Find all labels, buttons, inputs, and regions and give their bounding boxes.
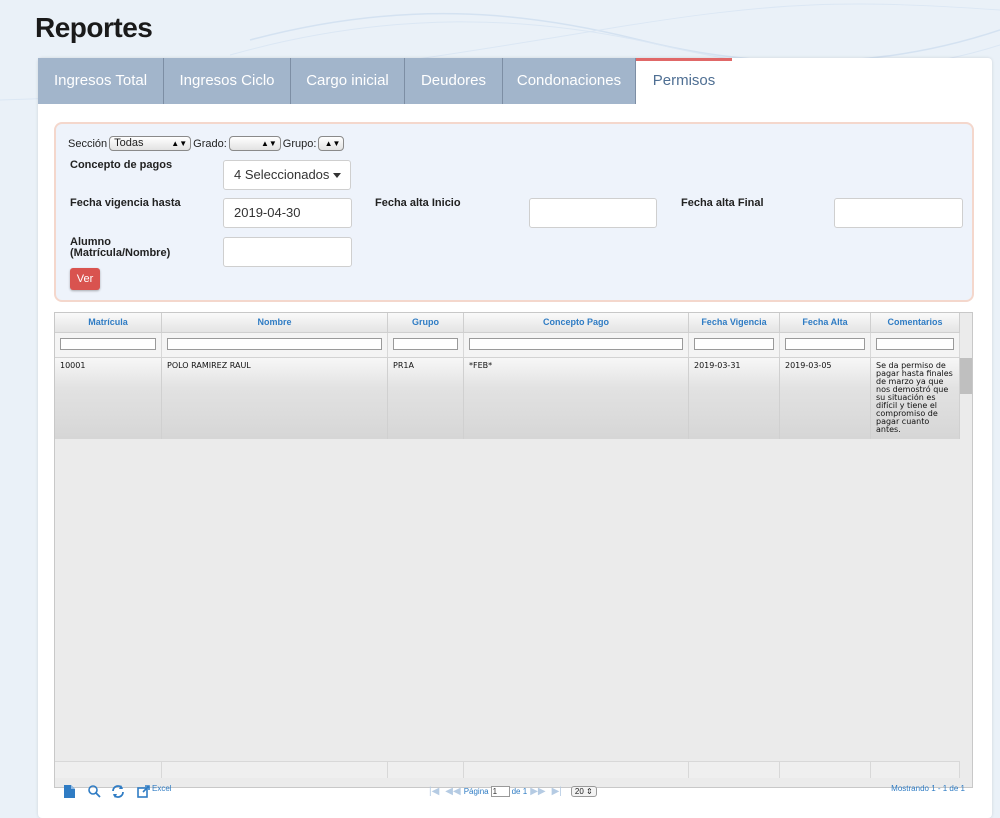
search-icon[interactable] bbox=[88, 785, 101, 800]
cell-matricula: 10001 bbox=[55, 358, 162, 439]
filter-nombre-input[interactable] bbox=[167, 338, 382, 350]
first-page-icon[interactable]: |◀ bbox=[429, 786, 439, 797]
select-arrows-icon: ▲▼ bbox=[260, 139, 277, 148]
page-number-input[interactable]: 1 bbox=[490, 786, 510, 797]
filter-concepto-input[interactable] bbox=[469, 338, 683, 350]
cell-nombre: POLO RAMIREZ RAUL bbox=[162, 358, 388, 439]
column-header-concepto[interactable]: Concepto Pago bbox=[464, 313, 689, 332]
grid-header: Matrícula Nombre Grupo Concepto Pago Fec… bbox=[55, 313, 960, 333]
alumno-label: Alumno (Matrícula/Nombre) bbox=[70, 236, 171, 259]
column-header-nombre[interactable]: Nombre bbox=[162, 313, 388, 332]
select-arrows-icon: ▲▼ bbox=[324, 139, 341, 148]
fecha-alta-final-label: Fecha alta Final bbox=[681, 197, 764, 209]
excel-link[interactable]: Excel bbox=[152, 784, 172, 793]
fecha-alta-inicio-input[interactable] bbox=[529, 198, 657, 228]
filter-grupo-input[interactable] bbox=[393, 338, 458, 350]
fecha-alta-final-input[interactable] bbox=[834, 198, 963, 228]
prev-page-icon[interactable]: ◀◀ bbox=[445, 786, 460, 797]
grado-select[interactable]: ▲▼ bbox=[228, 136, 281, 151]
column-header-matricula[interactable]: Matrícula bbox=[55, 313, 162, 332]
grid-footer-row bbox=[55, 761, 960, 778]
ver-button[interactable]: Ver bbox=[70, 268, 100, 290]
cell-fecha-vigencia: 2019-03-31 bbox=[689, 358, 780, 439]
tab-permisos[interactable]: Permisos bbox=[636, 58, 732, 104]
tab-ingresos-total[interactable]: Ingresos Total bbox=[38, 58, 164, 104]
next-page-icon[interactable]: ▶▶ bbox=[530, 786, 545, 797]
grado-label: Grado: bbox=[193, 137, 227, 150]
column-header-comentarios[interactable]: Comentarios bbox=[871, 313, 960, 332]
column-header-fecha-alta[interactable]: Fecha Alta bbox=[780, 313, 871, 332]
concepto-label: Concepto de pagos bbox=[70, 159, 173, 171]
report-card: Ingresos Total Ingresos Ciclo Cargo inic… bbox=[38, 58, 992, 818]
export-icon[interactable] bbox=[137, 785, 150, 800]
column-header-grupo[interactable]: Grupo bbox=[388, 313, 464, 332]
page-title: Reportes bbox=[35, 12, 153, 43]
fecha-vigencia-input[interactable]: 2019-04-30 bbox=[223, 198, 352, 228]
filter-fecha-alta-input[interactable] bbox=[785, 338, 865, 350]
caret-down-icon bbox=[333, 173, 341, 178]
grid-scrollbar[interactable] bbox=[960, 358, 972, 394]
tab-ingresos-ciclo[interactable]: Ingresos Ciclo bbox=[164, 58, 291, 104]
cell-comentarios: Se da permiso de pagar hasta finales de … bbox=[871, 358, 960, 439]
report-tabs: Ingresos Total Ingresos Ciclo Cargo inic… bbox=[38, 58, 732, 104]
alumno-input[interactable] bbox=[223, 237, 352, 267]
filter-fecha-vigencia-input[interactable] bbox=[694, 338, 774, 350]
fecha-vigencia-label: Fecha vigencia hasta bbox=[70, 197, 181, 209]
seccion-label: Sección bbox=[68, 137, 108, 150]
table-row[interactable]: 10001 POLO RAMIREZ RAUL PR1A *FEB* 2019-… bbox=[55, 358, 960, 439]
cell-grupo: PR1A bbox=[388, 358, 464, 439]
filter-matricula-input[interactable] bbox=[60, 338, 156, 350]
pagination-controls: |◀ ◀◀ Página 1 de 1 ▶▶ ▶| 20 ⇕ bbox=[426, 786, 597, 797]
concepto-dropdown[interactable]: 4 Seleccionados bbox=[223, 160, 351, 190]
rows-per-page-select[interactable]: 20 ⇕ bbox=[570, 786, 597, 797]
column-header-fecha-vigencia[interactable]: Fecha Vigencia bbox=[689, 313, 780, 332]
grid-pager: Excel |◀ ◀◀ Página 1 de 1 ▶▶ ▶| 20 ⇕ Mos… bbox=[54, 782, 973, 802]
records-count: Mostrando 1 - 1 de 1 bbox=[891, 784, 965, 793]
cell-concepto: *FEB* bbox=[464, 358, 689, 439]
select-arrows-icon: ▲▼ bbox=[171, 139, 188, 148]
permisos-grid: Matrícula Nombre Grupo Concepto Pago Fec… bbox=[54, 312, 973, 788]
filter-panel: Sección Todas ▲▼ Grado: ▲▼ Grupo: ▲▼ Con… bbox=[54, 122, 974, 302]
page-label: Página bbox=[463, 787, 489, 796]
grupo-select[interactable]: ▲▼ bbox=[318, 136, 345, 151]
section-filter-row: Sección Todas ▲▼ Grado: ▲▼ Grupo: ▲▼ bbox=[68, 136, 346, 151]
tab-cargo-inicial[interactable]: Cargo inicial bbox=[291, 58, 405, 104]
last-page-icon[interactable]: ▶| bbox=[552, 786, 562, 797]
tab-condonaciones[interactable]: Condonaciones bbox=[503, 58, 636, 104]
grid-filter-row bbox=[55, 333, 960, 358]
refresh-icon[interactable] bbox=[111, 785, 125, 800]
fecha-alta-inicio-label: Fecha alta Inicio bbox=[375, 197, 461, 209]
grupo-label: Grupo: bbox=[282, 137, 317, 150]
filter-comentarios-input[interactable] bbox=[876, 338, 954, 350]
cell-fecha-alta: 2019-03-05 bbox=[780, 358, 871, 439]
tab-deudores[interactable]: Deudores bbox=[405, 58, 503, 104]
seccion-select[interactable]: Todas ▲▼ bbox=[109, 136, 192, 151]
document-icon[interactable] bbox=[64, 785, 75, 800]
page-total-label: de 1 bbox=[511, 787, 528, 796]
